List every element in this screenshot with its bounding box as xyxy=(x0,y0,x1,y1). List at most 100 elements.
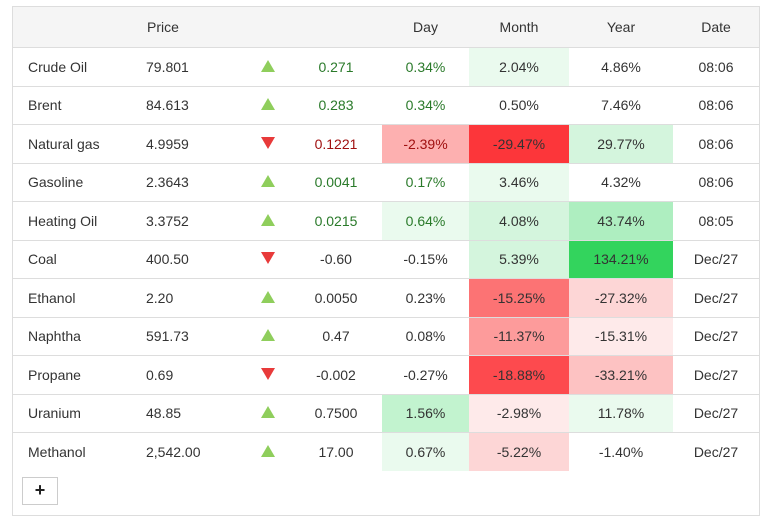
change: 0.0041 xyxy=(290,162,382,202)
arrow-down-icon xyxy=(261,252,275,265)
table-row[interactable]: Brent 84.613 0.283 0.34% 0.50% 7.46% 08:06 xyxy=(13,85,759,125)
table-row[interactable]: Methanol 2,542.00 17.00 0.67% -5.22% -1.40% De… xyxy=(13,432,759,471)
year-change: -33.21% xyxy=(569,355,673,394)
day-change: 0.34% xyxy=(382,85,469,125)
price: 2.20 xyxy=(146,278,246,317)
date: 08:06 xyxy=(673,85,759,125)
year-change: 11.78% xyxy=(569,393,673,433)
header-month[interactable]: Month xyxy=(469,7,569,48)
direction-cell xyxy=(246,162,290,202)
commodities-table: Price Day Month Year Date Crude Oil 79.80… xyxy=(13,7,759,471)
year-change: 4.86% xyxy=(569,47,673,86)
change: 0.271 xyxy=(318,58,354,75)
arrow-up-icon xyxy=(261,59,275,72)
date: 08:05 xyxy=(673,201,759,240)
table-row[interactable]: Heating Oil 3.3752 0.0215 0.64% 4.08% 43.74% 0… xyxy=(13,201,759,240)
direction-cell xyxy=(246,316,290,356)
arrow-up-icon xyxy=(261,290,275,303)
price: 591.73 xyxy=(146,316,246,356)
commodity-name: Methanol xyxy=(13,432,146,471)
arrow-up-icon xyxy=(261,444,275,457)
day-change: 0.23% xyxy=(382,278,469,317)
change: 0.0215 xyxy=(290,201,382,240)
year-change: 4.32% xyxy=(569,162,673,202)
table-row[interactable]: Natural gas 4.9959 0.1221 -2.39% -29.47% 29.7… xyxy=(13,124,759,163)
year-change: 43.74% xyxy=(569,201,673,240)
direction-cell xyxy=(246,85,290,125)
price: 2,542.00 xyxy=(146,432,246,471)
commodity-name: Gasoline xyxy=(13,162,146,202)
price: 79.801 xyxy=(146,58,189,75)
date: Dec/27 xyxy=(673,355,759,394)
year-change: -1.40% xyxy=(569,432,673,471)
day-change: -2.39% xyxy=(382,124,469,163)
price: 4.9959 xyxy=(146,124,246,163)
table-row[interactable]: Ethanol 2.20 0.0050 0.23% -15.25% -27.32% Dec/… xyxy=(13,278,759,317)
day-change: -0.15% xyxy=(382,239,469,279)
table-row[interactable]: Propane 0.69 -0.002 -0.27% -18.88% -33.21% Dec… xyxy=(13,355,759,394)
arrow-up-icon xyxy=(261,329,275,342)
arrow-up-icon xyxy=(261,406,275,419)
direction-cell xyxy=(246,239,290,279)
year-change: -27.32% xyxy=(569,278,673,317)
change: -0.002 xyxy=(290,355,382,394)
header-year[interactable]: Year xyxy=(569,7,673,48)
month-change: -15.25% xyxy=(469,278,569,317)
header-change xyxy=(290,7,382,48)
price: 84.613 xyxy=(146,85,246,125)
price: 0.69 xyxy=(146,355,246,394)
commodity-name: Ethanol xyxy=(13,278,146,317)
arrow-down-icon xyxy=(261,367,275,380)
change: 17.00 xyxy=(290,432,382,471)
month-change: -2.98% xyxy=(469,393,569,433)
month-change: -18.88% xyxy=(469,355,569,394)
month-change: 4.08% xyxy=(469,201,569,240)
commodity-name: Heating Oil xyxy=(13,201,146,240)
price: 48.85 xyxy=(146,393,246,433)
date: 08:06 xyxy=(673,162,759,202)
date: Dec/27 xyxy=(673,316,759,356)
day-change: 0.67% xyxy=(382,432,469,471)
table-row[interactable]: Crude Oil 79.801 0.271 0.34% 2.04% 4.86% 08:06 xyxy=(13,47,759,87)
direction-cell xyxy=(246,278,290,317)
month-change: -11.37% xyxy=(469,316,569,356)
add-button[interactable]: + xyxy=(22,477,58,505)
month-change: 5.39% xyxy=(469,239,569,279)
commodity-name: Naphtha xyxy=(13,316,146,356)
direction-cell xyxy=(246,124,290,163)
arrow-up-icon xyxy=(261,98,275,111)
commodities-table-panel: Price Day Month Year Date Crude Oil 79.80… xyxy=(12,6,760,516)
date: 08:06 xyxy=(673,124,759,163)
change: 0.7500 xyxy=(290,393,382,433)
header-name[interactable] xyxy=(13,7,146,48)
date: Dec/27 xyxy=(673,432,759,471)
table-row[interactable]: Coal 400.50 -0.60 -0.15% 5.39% 134.21% Dec/27 xyxy=(13,239,759,279)
commodity-name: Crude Oil xyxy=(28,58,88,75)
table-row[interactable]: Gasoline 2.3643 0.0041 0.17% 3.46% 4.32% 08:06 xyxy=(13,162,759,202)
date: Dec/27 xyxy=(673,393,759,433)
direction-cell xyxy=(246,201,290,240)
year-change: 29.77% xyxy=(569,124,673,163)
change: -0.60 xyxy=(290,239,382,279)
arrow-down-icon xyxy=(261,136,275,149)
price: 400.50 xyxy=(146,239,246,279)
date: Dec/27 xyxy=(673,278,759,317)
header-day[interactable]: Day xyxy=(382,7,469,48)
header-arrow xyxy=(246,7,290,48)
month-change: -5.22% xyxy=(469,432,569,471)
day-change: 0.64% xyxy=(382,201,469,240)
table-row[interactable]: Naphtha 591.73 0.47 0.08% -11.37% -15.31% Dec/… xyxy=(13,316,759,356)
date: Dec/27 xyxy=(673,239,759,279)
table-row[interactable]: Uranium 48.85 0.7500 1.56% -2.98% 11.78% Dec/2… xyxy=(13,393,759,433)
header-date[interactable]: Date xyxy=(673,7,759,48)
price: 3.3752 xyxy=(146,201,246,240)
change: 0.1221 xyxy=(290,124,382,163)
month-change: 3.46% xyxy=(469,162,569,202)
date: 08:06 xyxy=(698,58,734,75)
year-change: -15.31% xyxy=(569,316,673,356)
day-change: 0.34% xyxy=(382,47,469,86)
direction-cell xyxy=(246,48,290,87)
header-price[interactable]: Price xyxy=(146,7,246,48)
day-change: 1.56% xyxy=(382,393,469,433)
direction-cell xyxy=(246,355,290,394)
